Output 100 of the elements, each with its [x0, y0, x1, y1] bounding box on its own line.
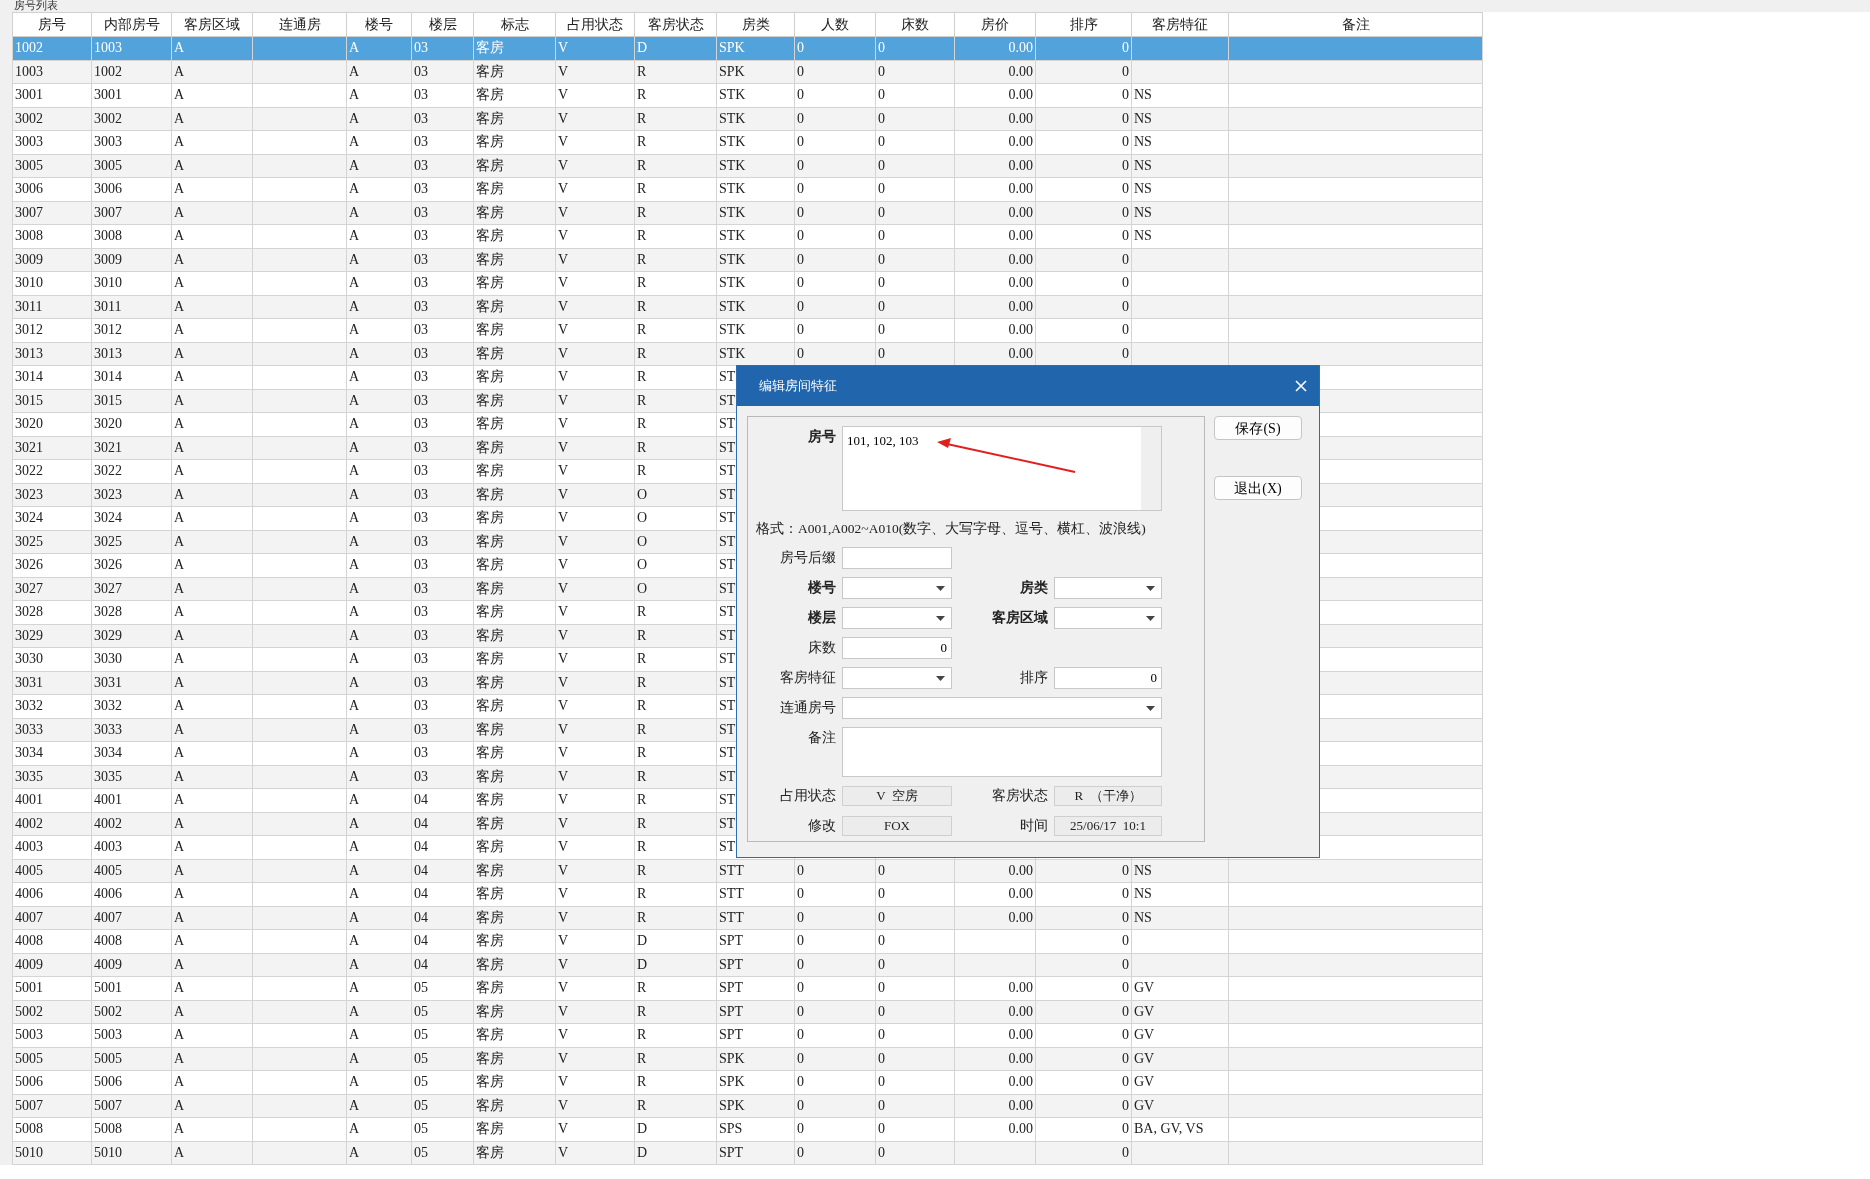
column-header[interactable]: 排序: [1035, 12, 1132, 37]
table-cell: 3022: [12, 459, 92, 483]
table-cell: 0: [875, 1023, 955, 1047]
dropdown-field[interactable]: [842, 607, 952, 629]
table-cell: 0: [794, 882, 876, 906]
table-row[interactable]: 1003 1002 A A 03 客房 V R SPK 0 0 0.00 0: [12, 60, 1483, 84]
table-row[interactable]: 5002 5002 A A 05 客房 V R SPT 0 0 0.00 0 GV: [12, 1000, 1483, 1024]
table-cell: 客房: [473, 365, 556, 389]
table-row[interactable]: 5005 5005 A A 05 客房 V R SPK 0 0 0.00 0 GV: [12, 1047, 1483, 1071]
column-header[interactable]: 房价: [954, 12, 1036, 37]
input-field[interactable]: [842, 547, 952, 569]
column-header[interactable]: 客房状态: [634, 12, 717, 37]
table-row[interactable]: 5003 5003 A A 05 客房 V R SPT 0 0 0.00 0 GV: [12, 1023, 1483, 1047]
column-header[interactable]: 客房区域: [171, 12, 253, 37]
table-cell: 3012: [12, 318, 92, 342]
dropdown-field[interactable]: [842, 667, 952, 689]
table-cell: A: [171, 365, 253, 389]
dialog-button[interactable]: 退出(X): [1214, 476, 1302, 500]
table-cell: 4005: [12, 859, 92, 883]
table-cell: 3001: [91, 83, 172, 107]
dialog-button[interactable]: 保存(S): [1214, 416, 1302, 440]
table-row[interactable]: 3006 3006 A A 03 客房 V R STK 0 0 0.00 0 NS: [12, 177, 1483, 201]
column-header[interactable]: 客房特征: [1131, 12, 1229, 37]
table-cell: 3021: [12, 436, 92, 460]
table-cell: 0: [875, 224, 955, 248]
table-cell: A: [346, 788, 412, 812]
memo-field[interactable]: [842, 727, 1162, 777]
table-cell: 03: [411, 694, 474, 718]
table-row[interactable]: 5007 5007 A A 05 客房 V R SPK 0 0 0.00 0 GV: [12, 1094, 1483, 1118]
number-field[interactable]: 0: [1054, 667, 1162, 689]
table-row[interactable]: 5001 5001 A A 05 客房 V R SPT 0 0 0.00 0 GV: [12, 976, 1483, 1000]
dropdown-field[interactable]: [1054, 607, 1162, 629]
table-cell: NS: [1131, 224, 1229, 248]
field-label: 客房状态: [991, 787, 1048, 805]
table-cell: 客房: [473, 271, 556, 295]
table-cell: 客房: [473, 553, 556, 577]
table-row[interactable]: 5010 5010 A A 05 客房 V D SPT 0 0 0: [12, 1141, 1483, 1165]
table-row[interactable]: 3012 3012 A A 03 客房 V R STK 0 0 0.00 0: [12, 318, 1483, 342]
table-row[interactable]: 3013 3013 A A 03 客房 V R STK 0 0 0.00 0: [12, 342, 1483, 366]
dropdown-field[interactable]: [1054, 577, 1162, 599]
field-label: 房类: [1019, 579, 1048, 597]
table-row[interactable]: 4008 4008 A A 04 客房 V D SPT 0 0 0: [12, 929, 1483, 953]
table-row[interactable]: 3003 3003 A A 03 客房 V R STK 0 0 0.00 0 NS: [12, 130, 1483, 154]
column-header[interactable]: 内部房号: [91, 12, 172, 37]
column-header[interactable]: 标志: [473, 12, 556, 37]
table-row[interactable]: 3010 3010 A A 03 客房 V R STK 0 0 0.00 0: [12, 271, 1483, 295]
table-cell: A: [346, 694, 412, 718]
table-row[interactable]: 4006 4006 A A 04 客房 V R STT 0 0 0.00 0 NS: [12, 882, 1483, 906]
table-cell: 0: [875, 271, 955, 295]
table-cell: 0.00: [954, 882, 1036, 906]
table-row[interactable]: 5006 5006 A A 05 客房 V R SPK 0 0 0.00 0 GV: [12, 1070, 1483, 1094]
column-header[interactable]: 占用状态: [555, 12, 635, 37]
column-header[interactable]: 楼号: [346, 12, 412, 37]
column-header[interactable]: 楼层: [411, 12, 474, 37]
table-cell: 5003: [12, 1023, 92, 1047]
table-cell: 0: [1035, 906, 1132, 930]
table-cell: 3030: [91, 647, 172, 671]
table-cell: 0: [875, 177, 955, 201]
table-cell: R: [634, 882, 717, 906]
table-cell: V: [555, 318, 635, 342]
dropdown-field[interactable]: [842, 697, 1162, 719]
table-cell: 0: [1035, 1023, 1132, 1047]
table-row[interactable]: 3009 3009 A A 03 客房 V R STK 0 0 0.00 0: [12, 248, 1483, 272]
table-cell: 3001: [12, 83, 92, 107]
number-field[interactable]: 0: [842, 637, 952, 659]
column-header[interactable]: 连通房: [252, 12, 347, 37]
column-header[interactable]: 备注: [1228, 12, 1483, 37]
table-cell: 0.00: [954, 271, 1036, 295]
table-row[interactable]: 3011 3011 A A 03 客房 V R STK 0 0 0.00 0: [12, 295, 1483, 319]
column-header[interactable]: 房号: [12, 12, 92, 37]
table-cell: A: [346, 271, 412, 295]
column-header[interactable]: 床数: [875, 12, 955, 37]
caret-icon: [1146, 615, 1155, 621]
dropdown-field[interactable]: [842, 577, 952, 599]
close-button[interactable]: [1293, 378, 1309, 394]
table-cell: 3007: [12, 201, 92, 225]
table-cell: 1003: [12, 60, 92, 84]
table-cell: V: [555, 835, 635, 859]
table-row[interactable]: 4005 4005 A A 04 客房 V R STT 0 0 0.00 0 NS: [12, 859, 1483, 883]
table-cell: V: [555, 788, 635, 812]
table-row[interactable]: 4009 4009 A A 04 客房 V D SPT 0 0 0: [12, 953, 1483, 977]
table-cell: 0: [1035, 36, 1132, 60]
table-cell: 0: [1035, 177, 1132, 201]
table-cell: A: [346, 1023, 412, 1047]
table-cell: 03: [411, 553, 474, 577]
table-row[interactable]: 3005 3005 A A 03 客房 V R STK 0 0 0.00 0 NS: [12, 154, 1483, 178]
table-cell: 4002: [12, 812, 92, 836]
table-cell: V: [555, 412, 635, 436]
column-header[interactable]: 房类: [716, 12, 795, 37]
table-row[interactable]: 3001 3001 A A 03 客房 V R STK 0 0 0.00 0 NS: [12, 83, 1483, 107]
table-row[interactable]: 3007 3007 A A 03 客房 V R STK 0 0 0.00 0 NS: [12, 201, 1483, 225]
table-cell: 客房: [473, 1023, 556, 1047]
table-row[interactable]: 5008 5008 A A 05 客房 V D SPS 0 0 0.00 0 BA, GV, VS: [12, 1117, 1483, 1141]
table-row[interactable]: 4007 4007 A A 04 客房 V R STT 0 0 0.00 0 NS: [12, 906, 1483, 930]
table-cell: 03: [411, 224, 474, 248]
room-number-field[interactable]: 101, 102, 103: [842, 426, 1162, 511]
table-cell: A: [171, 1070, 253, 1094]
column-header[interactable]: 人数: [794, 12, 876, 37]
table-row[interactable]: 3008 3008 A A 03 客房 V R STK 0 0 0.00 0 NS: [12, 224, 1483, 248]
table-row[interactable]: 3002 3002 A A 03 客房 V R STK 0 0 0.00 0 NS: [12, 107, 1483, 131]
